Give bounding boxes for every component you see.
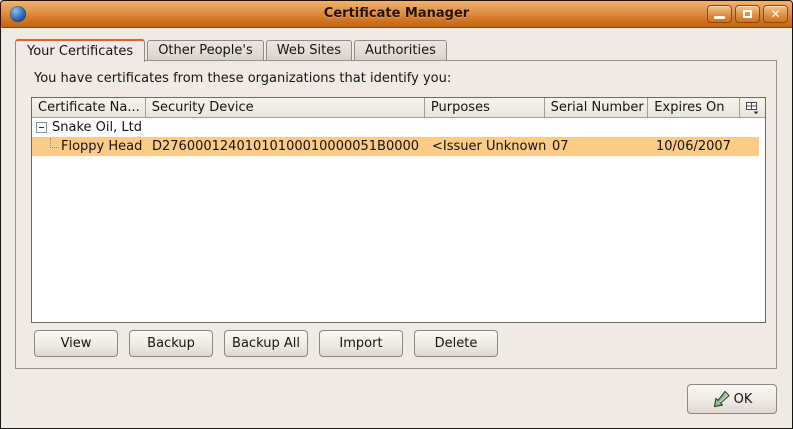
column-header-serial-number[interactable]: Serial Number [545, 98, 649, 118]
group-cell: Snake Oil, Ltd [32, 120, 146, 135]
minimize-icon [714, 16, 725, 19]
intro-text: You have certificates from these organiz… [34, 71, 451, 86]
ok-arrow-icon [712, 390, 731, 408]
certificate-name-cell: Floppy Head [32, 138, 146, 156]
column-header-certificate-name[interactable]: Certificate Na... [32, 98, 146, 118]
tab-authorities[interactable]: Authorities [354, 40, 447, 60]
ok-button-label: OK [734, 392, 753, 407]
view-button[interactable]: View [34, 330, 118, 357]
backup-button[interactable]: Backup [129, 330, 213, 357]
ok-button[interactable]: OK [687, 384, 777, 414]
column-header-expires-on[interactable]: Expires On [648, 98, 740, 118]
table-row-snake-oil[interactable]: Snake Oil, Ltd [32, 118, 765, 137]
import-button[interactable]: Import [319, 330, 403, 357]
titlebar[interactable]: Certificate Manager ✕ [1, 1, 792, 28]
table-body: Snake Oil, Ltd Floppy Head D276000124010… [32, 118, 765, 156]
maximize-icon [743, 10, 752, 18]
tab-other-peoples[interactable]: Other People's [147, 40, 264, 60]
close-icon: ✕ [770, 8, 780, 20]
minus-expander-icon[interactable] [36, 122, 47, 133]
expires-on-cell: 10/06/2007 [650, 139, 742, 154]
security-device-cell: D27600012401010100010000051B0000 [146, 139, 426, 154]
table-header: Certificate Na... Security Device Purpos… [32, 98, 765, 118]
column-picker-button[interactable] [740, 98, 765, 118]
certificate-manager-window: Certificate Manager ✕ Your Certificates … [0, 0, 793, 429]
tab-strip: Your Certificates Other People's Web Sit… [15, 37, 447, 61]
maximize-button[interactable] [735, 5, 760, 23]
certificate-table: Certificate Na... Security Device Purpos… [31, 97, 766, 323]
tab-web-sites[interactable]: Web Sites [266, 40, 352, 60]
minimize-button[interactable] [707, 5, 732, 23]
tree-branch-icon [50, 138, 59, 148]
purposes-cell: <Issuer Unknown> [426, 139, 546, 154]
column-picker-icon [745, 101, 760, 115]
group-name: Snake Oil, Ltd [52, 120, 142, 135]
window-controls: ✕ [707, 5, 788, 23]
serial-number-cell: 07 [546, 139, 650, 154]
certificate-name: Floppy Head [61, 139, 142, 154]
action-button-row: View Backup Backup All Import Delete [34, 330, 498, 357]
close-button[interactable]: ✕ [763, 5, 788, 23]
column-header-purposes[interactable]: Purposes [425, 98, 545, 118]
tab-your-certificates[interactable]: Your Certificates [15, 39, 145, 62]
delete-button[interactable]: Delete [414, 330, 498, 357]
backup-all-button[interactable]: Backup All [224, 330, 308, 357]
tab-panel: You have certificates from these organiz… [15, 60, 777, 369]
column-header-security-device[interactable]: Security Device [146, 98, 425, 118]
table-row-floppy-head[interactable]: Floppy Head D27600012401010100010000051B… [32, 137, 765, 156]
window-title: Certificate Manager [1, 1, 792, 27]
